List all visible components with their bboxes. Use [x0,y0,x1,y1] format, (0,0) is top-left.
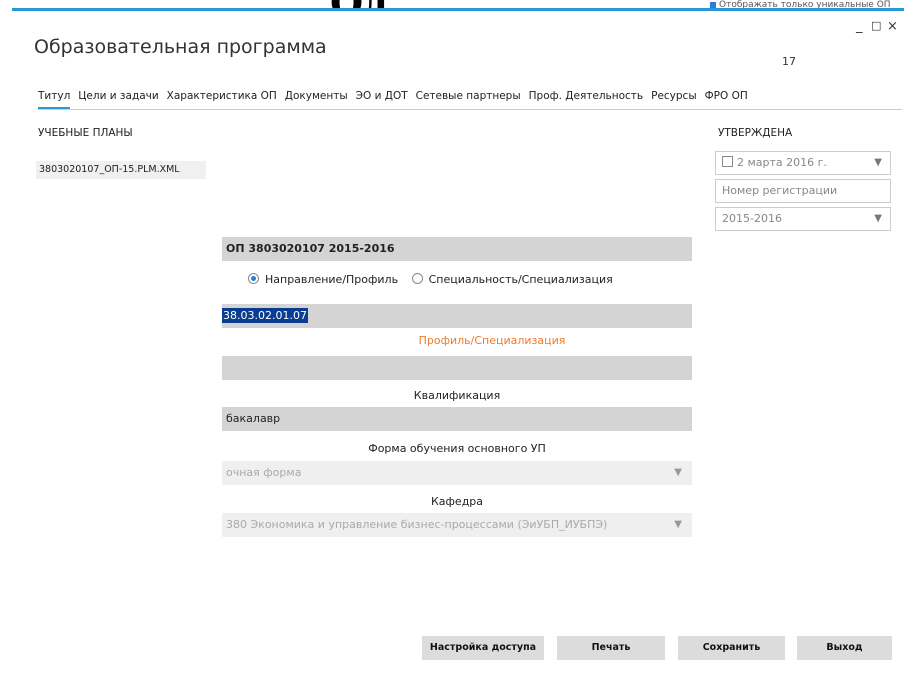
department-value: 380 Экономика и управление бизнес-процес… [226,518,608,531]
registration-number-input[interactable]: Номер регистрации [715,179,891,203]
radio-selected-icon [248,273,259,284]
exit-button[interactable]: Выход [797,636,892,660]
approved-checkbox[interactable] [722,156,733,167]
plan-list-item[interactable]: 3803020107_ОП-15.PLM.XML [36,161,206,179]
access-settings-button[interactable]: Настройка доступа [422,636,544,660]
department-select[interactable]: 380 Экономика и управление бизнес-процес… [222,513,692,537]
study-form-select[interactable]: очная форма ▼ [222,461,692,485]
minimize-button[interactable]: _ [856,19,863,34]
chevron-down-icon: ▼ [874,157,882,168]
tab-documents[interactable]: Документы [285,90,348,102]
tab-bar: Титул Цели и задачи Характеристика ОП Докум… [38,90,756,109]
radio-direction-label: Направление/Профиль [265,273,399,286]
approved-label: УТВЕРЖДЕНА [718,127,793,139]
chevron-down-icon: ▼ [674,467,682,478]
tab-prof-activity[interactable]: Проф. Деятельность [529,90,643,102]
tab-divider [38,109,902,110]
tab-resources[interactable]: Ресурсы [651,90,697,102]
education-program-window: Образовательная программа 17 _ □ × Титул… [12,8,904,683]
window-title: Образовательная программа [34,36,327,58]
year-select[interactable]: 2015-2016 ▼ [715,207,891,231]
department-label: Кафедра [430,495,484,508]
program-type-radios: Направление/Профиль Специальность/Специа… [248,273,623,286]
qualification-label: Квалификация [413,389,501,402]
approved-date: 2 марта 2016 г. [737,156,827,169]
save-button[interactable]: Сохранить [678,636,785,660]
print-button[interactable]: Печать [557,636,665,660]
code-value: 38.03.02.01.07 [222,308,308,323]
tab-eo-dot[interactable]: ЭО и ДОТ [356,90,408,102]
radio-specialty[interactable]: Специальность/Специализация [411,273,613,286]
tab-characteristics[interactable]: Характеристика ОП [167,90,277,102]
profile-input[interactable] [222,356,692,380]
radio-empty-icon [411,273,423,284]
study-form-value: очная форма [226,466,302,479]
program-header: ОП 3803020107 2015-2016 [222,237,692,261]
year-value: 2015-2016 [722,212,782,225]
tab-goals[interactable]: Цели и задачи [78,90,158,102]
unique-only-label: Отображать только уникальные ОП [719,0,891,8]
study-form-label: Форма обучения основного УП [368,442,546,455]
plans-label: УЧЕБНЫЕ ПЛАНЫ [38,127,133,139]
code-input[interactable]: 38.03.02.01.07 [222,304,692,328]
tab-title[interactable]: Титул [38,90,71,109]
record-count: 17 [782,55,796,68]
qualification-input[interactable]: бакалавр [222,407,692,431]
chevron-down-icon: ▼ [674,519,682,530]
tab-partners[interactable]: Сетевые партнеры [416,90,521,102]
chevron-down-icon: ▼ [874,213,882,224]
close-button[interactable]: × [887,19,898,34]
approved-date-picker[interactable]: 2 марта 2016 г. ▼ [715,151,891,175]
profile-label: Профиль/Специализация [418,334,566,347]
radio-specialty-label: Специальность/Специализация [428,273,613,286]
tab-fro[interactable]: ФРО ОП [705,90,748,102]
checkbox-icon [710,1,716,8]
unique-only-checkbox[interactable]: Отображать только уникальные ОП [710,0,900,8]
maximize-button[interactable]: □ [871,19,881,32]
radio-direction-profile[interactable]: Направление/Профиль [248,273,398,286]
